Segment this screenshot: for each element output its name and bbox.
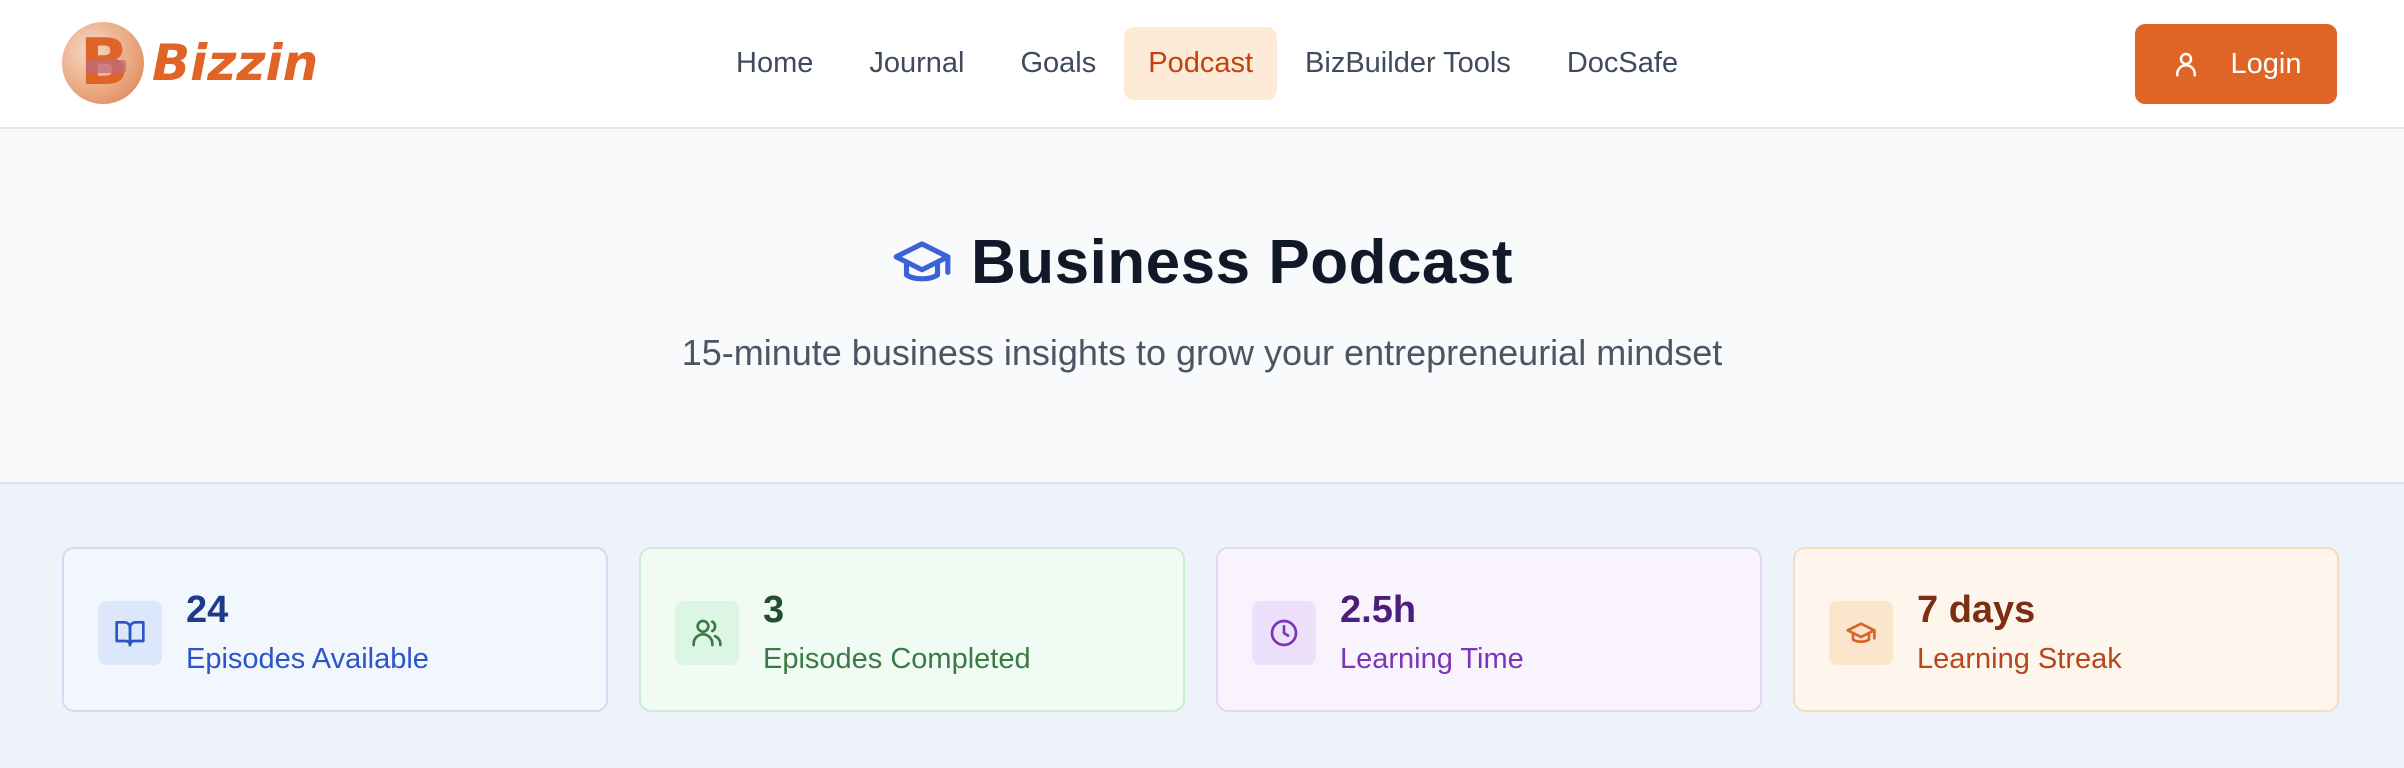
brand-logo[interactable]: B Bizzin <box>62 22 318 104</box>
nav-journal[interactable]: Journal <box>841 27 992 100</box>
graduation-cap-icon <box>893 241 951 282</box>
stat-label: Learning Streak <box>1917 643 2122 675</box>
nav-bizbuilder-tools[interactable]: BizBuilder Tools <box>1277 27 1539 100</box>
stat-card-learning-time: 2.5h Learning Time <box>1216 547 1762 712</box>
stat-icon-box <box>675 601 739 665</box>
stat-value: 7 days <box>1917 589 2036 631</box>
nav-home[interactable]: Home <box>708 27 841 100</box>
nav-docsafe[interactable]: DocSafe <box>1539 27 1706 100</box>
stat-value: 3 <box>763 589 785 631</box>
page-subtitle: 15-minute business insights to grow your… <box>681 332 1723 373</box>
book-open-icon <box>115 621 145 647</box>
logo-mark-icon: B <box>62 22 144 104</box>
main-nav: Home Journal Goals Podcast BizBuilder To… <box>708 27 1706 100</box>
stat-value: 2.5h <box>1340 589 1417 631</box>
users-icon <box>692 619 722 647</box>
clock-icon <box>1270 619 1298 647</box>
top-header: B Bizzin Home Journal Goals Podcast BizB… <box>0 0 2404 129</box>
stat-card-episodes-available: 24 Episodes Available <box>62 547 608 712</box>
nav-podcast[interactable]: Podcast <box>1124 27 1278 100</box>
graduation-cap-icon <box>1846 622 1876 643</box>
stat-icon-box <box>98 601 162 665</box>
hero-section: Business Podcast 15-minute business insi… <box>0 129 2404 484</box>
stat-label: Episodes Available <box>186 643 429 675</box>
stat-icon-box <box>1252 601 1316 665</box>
user-icon <box>2175 52 2196 77</box>
brand-name: Bizzin <box>152 34 319 92</box>
stats-row: 24 Episodes Available 3 Episodes Complet… <box>62 547 2339 712</box>
nav-goals[interactable]: Goals <box>992 27 1124 100</box>
stat-card-episodes-completed: 3 Episodes Completed <box>639 547 1185 712</box>
stat-label: Episodes Completed <box>763 643 1031 675</box>
page-title-row: Business Podcast <box>0 222 2404 302</box>
stat-value: 24 <box>186 589 229 631</box>
login-label: Login <box>2230 47 2302 80</box>
stat-icon-box <box>1829 601 1893 665</box>
stat-card-learning-streak: 7 days Learning Streak <box>1793 547 2339 712</box>
page-title: Business Podcast <box>970 227 1514 297</box>
stat-label: Learning Time <box>1340 643 1524 675</box>
login-button[interactable]: Login <box>2135 24 2337 104</box>
